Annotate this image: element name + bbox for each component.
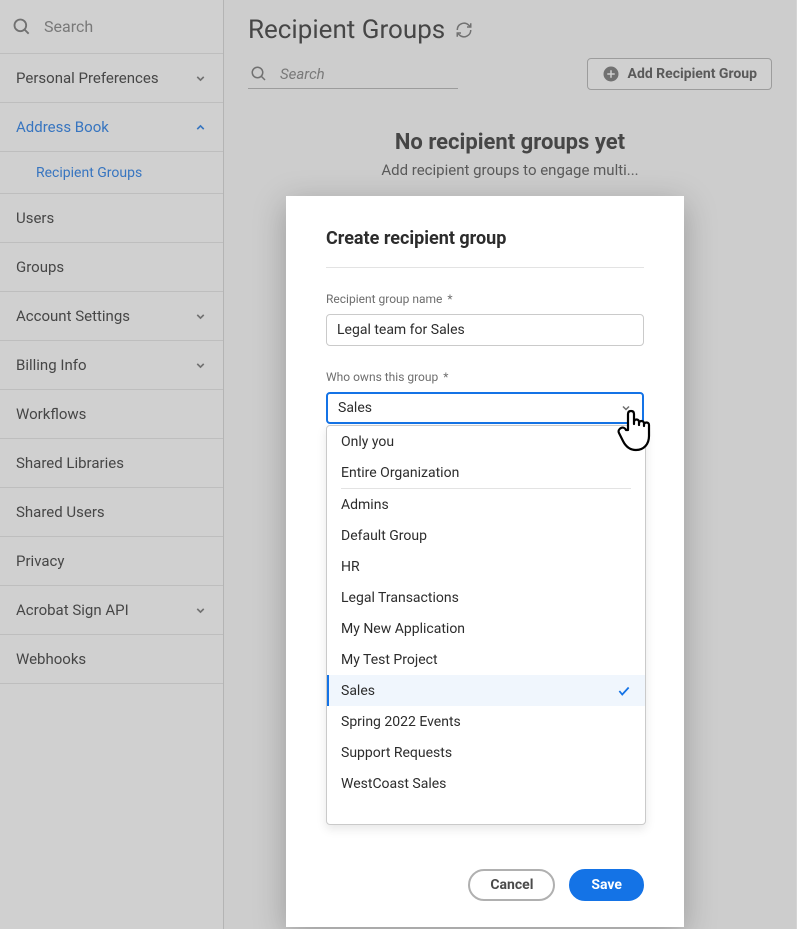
owner-dropdown[interactable]: Only you Entire Organization Admins Default… (326, 425, 646, 825)
dropdown-option-default-group[interactable]: Default Group (327, 520, 645, 551)
dropdown-option-only-you[interactable]: Only you (327, 426, 645, 457)
owner-select[interactable]: Sales (326, 392, 644, 424)
cancel-button[interactable]: Cancel (468, 869, 555, 901)
dropdown-option-label: Admins (341, 497, 389, 513)
modal-title: Create recipient group (326, 228, 644, 268)
save-button[interactable]: Save (569, 869, 644, 901)
dropdown-option-label: My Test Project (341, 652, 438, 668)
dropdown-option-label: Support Requests (341, 745, 452, 761)
dropdown-option-admins[interactable]: Admins (327, 489, 645, 520)
dropdown-option-my-test-project[interactable]: My Test Project (327, 644, 645, 675)
owner-select-value: Sales (338, 400, 372, 416)
dropdown-option-label: Legal Transactions (341, 590, 459, 606)
dropdown-option-legal-transactions[interactable]: Legal Transactions (327, 582, 645, 613)
dropdown-option-spring-2022-events[interactable]: Spring 2022 Events (327, 706, 645, 737)
dropdown-option-label: WestCoast Sales (341, 776, 446, 792)
dropdown-option-label: My New Application (341, 621, 465, 637)
dropdown-option-label: Only you (341, 434, 394, 450)
dropdown-option-westcoast-sales[interactable]: WestCoast Sales (327, 768, 645, 799)
dropdown-option-label: HR (341, 559, 360, 575)
dropdown-option-my-new-application[interactable]: My New Application (327, 613, 645, 644)
check-icon (617, 684, 631, 698)
dropdown-option-label: Sales (341, 683, 375, 699)
dropdown-option-entire-organization[interactable]: Entire Organization (327, 457, 645, 488)
dropdown-option-support-requests[interactable]: Support Requests (327, 737, 645, 768)
dropdown-option-label: Entire Organization (341, 465, 459, 481)
dropdown-option-hr[interactable]: HR (327, 551, 645, 582)
chevron-down-icon (620, 402, 632, 414)
dropdown-option-sales[interactable]: Sales (327, 675, 645, 706)
name-field-label: Recipient group name * (326, 292, 644, 306)
dropdown-option-label: Default Group (341, 528, 427, 544)
dropdown-option-label: Spring 2022 Events (341, 714, 461, 730)
owner-field-label: Who owns this group * (326, 370, 644, 384)
recipient-group-name-input[interactable] (326, 314, 644, 346)
